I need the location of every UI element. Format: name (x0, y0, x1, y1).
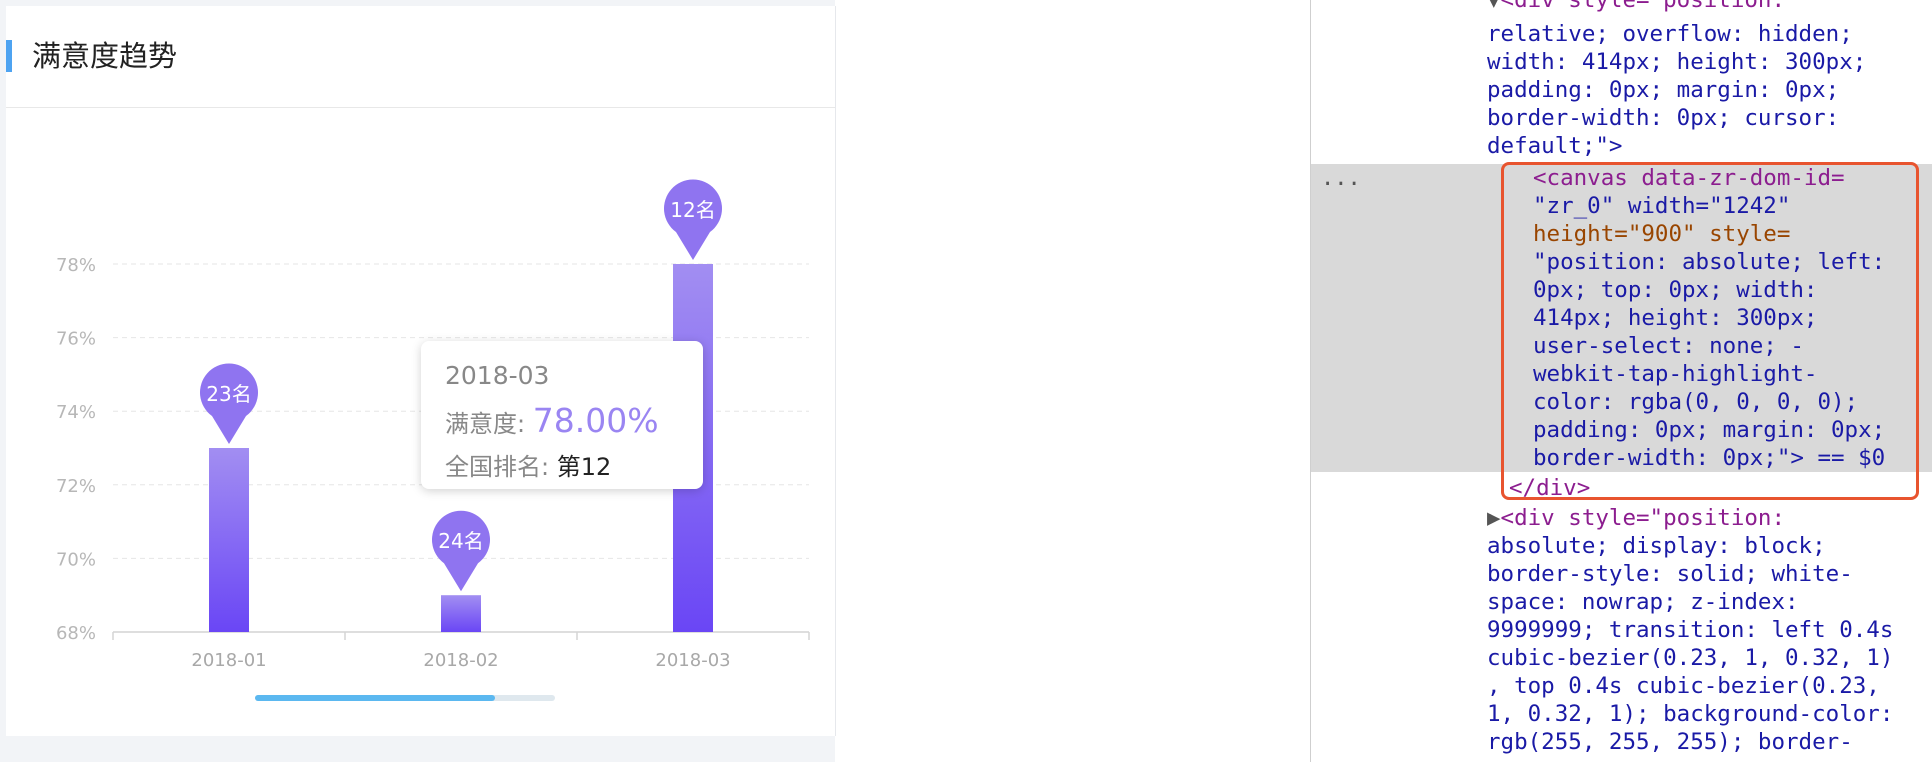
tooltip-satisfaction-row: 满意度: 78.00% (445, 401, 659, 440)
dom-line[interactable]: relative; overflow: hidden; (1487, 20, 1853, 48)
bar (209, 448, 249, 632)
dom-line[interactable]: ▼<div style="position: (1487, 0, 1785, 14)
dom-line[interactable]: width: 414px; height: 300px; (1487, 48, 1866, 76)
dom-line-text: <div style="position: (1500, 0, 1786, 13)
chart-card: 满意度趋势 68% 70% 72% 74% 76% 78% 2018-01 23名 2018-0… (6, 6, 836, 736)
title-accent-bar (6, 40, 12, 72)
dom-line[interactable]: cubic-bezier(0.23, 1, 0.32, 1) (1487, 644, 1893, 672)
devtools-elements-panel[interactable]: ... ▼<div style="position: relative; ove… (1310, 0, 1932, 762)
rank-pin-label: 12名 (670, 198, 715, 222)
y-tick-label: 70% (56, 549, 96, 570)
x-tick-label: 2018-01 (191, 650, 266, 671)
dom-line[interactable]: border-width: 0px; cursor: (1487, 104, 1839, 132)
dom-line[interactable]: 1, 0.32, 1); background-color: (1487, 700, 1893, 728)
dom-line[interactable]: space: nowrap; z-index: (1487, 588, 1799, 616)
dom-line[interactable]: ▶<div style="position: (1487, 504, 1785, 532)
dom-line[interactable]: padding: 0px; margin: 0px; (1487, 76, 1839, 104)
dom-line-text: <div style="position: (1500, 505, 1786, 531)
x-tick-label: 2018-03 (655, 650, 730, 671)
expand-triangle-icon[interactable]: ▼ (1487, 0, 1501, 13)
chart-scroll-thumb[interactable] (255, 695, 495, 701)
satisfaction-chart[interactable]: 68% 70% 72% 74% 76% 78% 2018-01 23名 2018-02 24名 20… (6, 107, 835, 736)
y-tick-label: 68% (56, 623, 96, 644)
chart-tooltip: 2018-03 满意度: 78.00% 全国排名: 第12 (421, 341, 703, 489)
tooltip-rank-row: 全国排名: 第12 (445, 447, 611, 482)
tooltip-rank-value: 第12 (556, 453, 612, 481)
tooltip-satisfaction-value: 78.00% (532, 401, 659, 440)
dom-line[interactable]: border-style: solid; white- (1487, 560, 1853, 588)
y-tick-label: 72% (56, 476, 96, 497)
y-tick-label: 78% (56, 255, 96, 276)
dom-line[interactable]: , top 0.4s cubic-bezier(0.23, (1487, 672, 1880, 700)
chart-scroll-track[interactable] (255, 695, 555, 701)
card-header: 满意度趋势 (6, 6, 835, 108)
dom-line[interactable]: </div> (1509, 474, 1590, 502)
more-actions-ellipsis[interactable]: ... (1321, 166, 1361, 191)
dom-line[interactable]: absolute; display: block; (1487, 532, 1826, 560)
dom-line[interactable]: default;"> (1487, 132, 1622, 160)
tooltip-date: 2018-03 (445, 361, 550, 390)
card-title: 满意度趋势 (32, 39, 178, 73)
x-tick-label: 2018-02 (423, 650, 498, 671)
tooltip-satisfaction-label: 满意度: (445, 410, 526, 438)
bar (441, 595, 481, 632)
y-tick-label: 76% (56, 329, 96, 350)
tooltip-rank-label: 全国排名: (445, 453, 550, 481)
rank-pin-label: 23名 (206, 382, 251, 406)
selected-node-outline (1501, 162, 1919, 500)
y-tick-label: 74% (56, 402, 96, 423)
collapse-triangle-icon[interactable]: ▶ (1487, 505, 1501, 531)
dom-line[interactable]: 9999999; transition: left 0.4s (1487, 616, 1893, 644)
rank-pin-label: 24名 (438, 529, 483, 553)
dom-line[interactable]: rgb(255, 255, 255); border- (1487, 728, 1853, 756)
